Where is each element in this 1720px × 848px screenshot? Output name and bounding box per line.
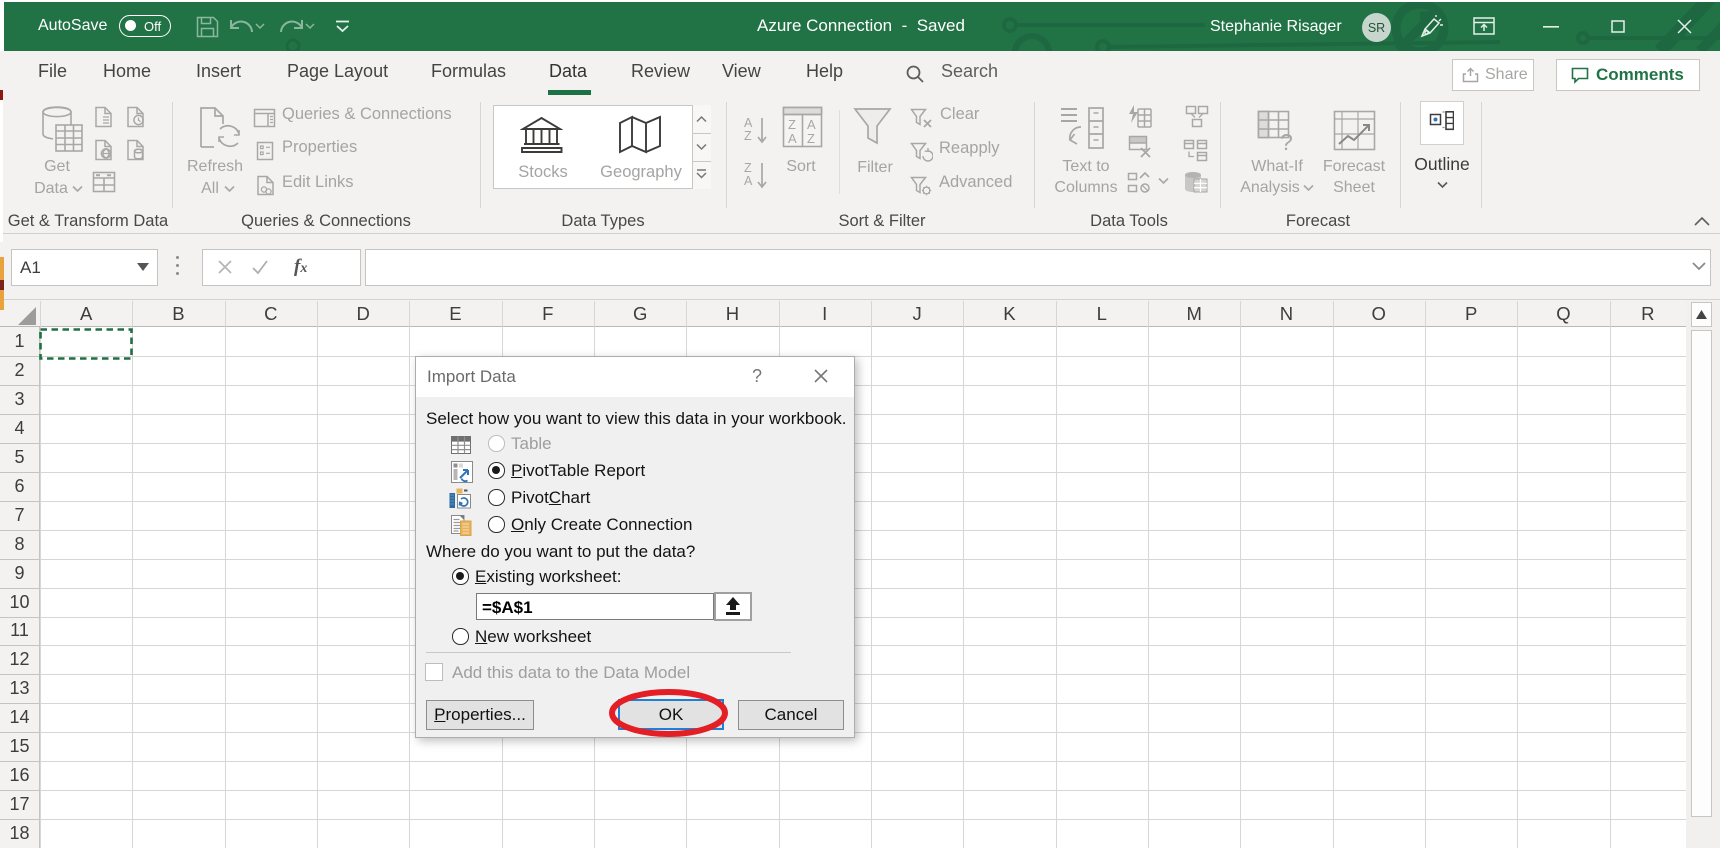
svg-text:A: A xyxy=(744,174,753,188)
svg-text:A: A xyxy=(744,116,753,130)
svg-text:Z: Z xyxy=(744,129,752,143)
svg-text:?: ? xyxy=(1280,129,1293,151)
svg-text:Z: Z xyxy=(788,117,796,132)
svg-text:Z: Z xyxy=(744,161,752,175)
svg-text:Z: Z xyxy=(807,131,815,146)
svg-text:A: A xyxy=(807,117,816,132)
svg-text:A: A xyxy=(788,131,797,146)
